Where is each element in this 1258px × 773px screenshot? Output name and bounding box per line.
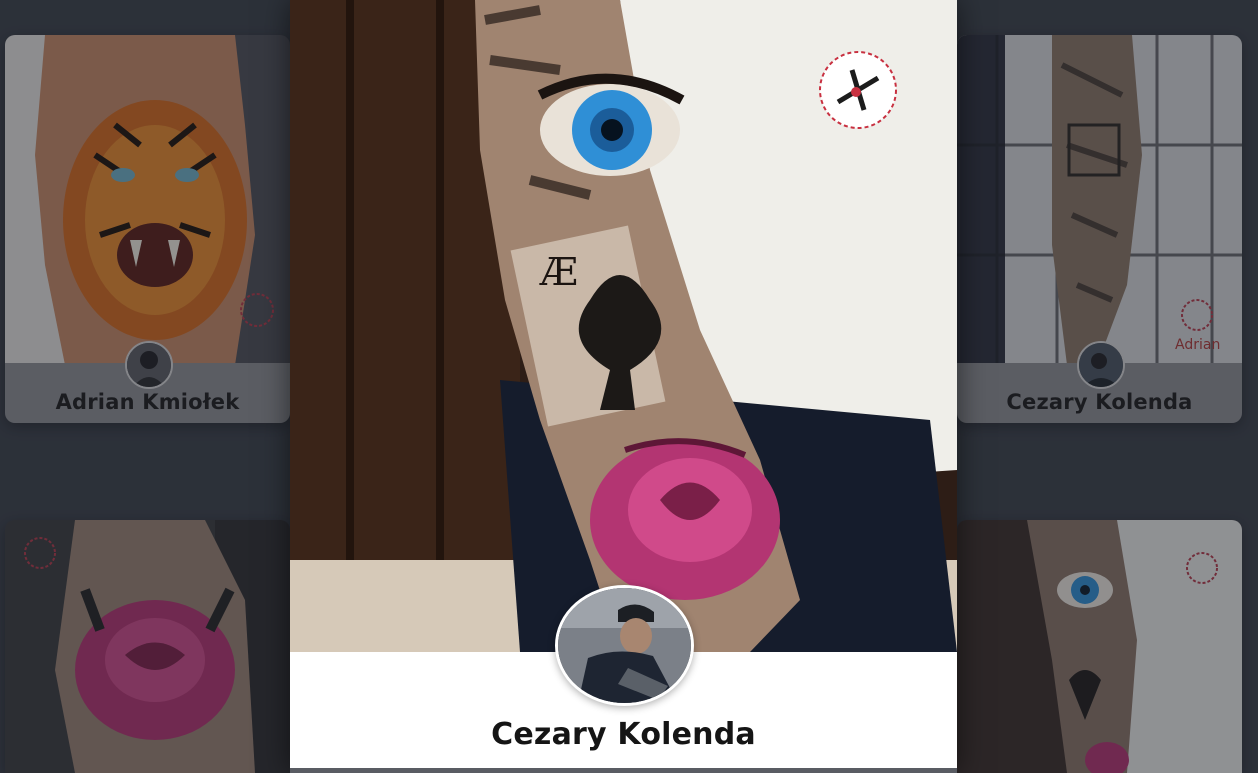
featured-bottom-strip: [290, 768, 957, 773]
artist-name: Cezary Kolenda: [491, 717, 756, 752]
tattoo-photo-sleeve-blackgrey: [957, 35, 1242, 365]
gallery-card-adrian-kmiolek[interactable]: Adrian Kmiołek: [5, 35, 290, 423]
artist-name: Cezary Kolenda: [1006, 390, 1193, 414]
gallery-card-rose-hand[interactable]: [5, 520, 290, 773]
featured-gallery-card[interactable]: Æ Cezary Kolenda: [290, 0, 957, 773]
artist-name: Adrian Kmiołek: [55, 390, 240, 414]
svg-text:Æ: Æ: [539, 250, 578, 294]
tattoo-photo-tiger: [5, 35, 290, 365]
tattoo-photo-featured-sleeve: Æ: [290, 0, 957, 652]
photo-artist-tag: Adrian: [1175, 337, 1221, 353]
tattoo-photo-rose-hand: [5, 520, 290, 773]
artist-avatar-icon: [125, 341, 173, 389]
gallery-card-cezary-kolenda[interactable]: Adrian Cezary Kolenda: [957, 35, 1242, 423]
tattoo-photo-eye-sleeve: [957, 520, 1242, 773]
gallery-card-eye-sleeve[interactable]: [957, 520, 1242, 773]
artist-avatar-icon: [1077, 341, 1125, 389]
artist-avatar-icon: [555, 585, 694, 706]
